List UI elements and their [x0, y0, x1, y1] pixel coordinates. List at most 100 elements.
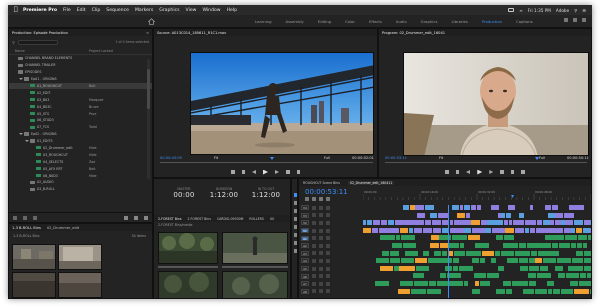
- audio-clip[interactable]: [487, 273, 499, 279]
- search-icon[interactable]: ⚲: [574, 8, 577, 13]
- audio-clip[interactable]: [414, 281, 429, 286]
- lock-track-icon[interactable]: [312, 220, 316, 225]
- audio-clip[interactable]: [542, 243, 552, 248]
- video-clip[interactable]: [549, 227, 556, 233]
- menu-view[interactable]: View: [186, 8, 197, 13]
- video-clip[interactable]: [380, 220, 388, 226]
- audio-clip[interactable]: [589, 288, 591, 294]
- audio-clip[interactable]: [577, 235, 588, 241]
- audio-clip[interactable]: [526, 243, 542, 248]
- workspace-tab-color[interactable]: Color: [338, 19, 362, 24]
- menu-sequence[interactable]: Sequence: [106, 8, 129, 13]
- video-clip[interactable]: [564, 212, 574, 218]
- video-clip[interactable]: [495, 205, 499, 210]
- audio-clip[interactable]: [480, 258, 486, 264]
- audio-clip[interactable]: [481, 250, 494, 256]
- video-clip[interactable]: [548, 212, 555, 218]
- mark-out-icon[interactable]: [241, 170, 245, 174]
- workspace-tab-editing[interactable]: Editing: [311, 19, 338, 24]
- audio-clip[interactable]: [587, 235, 591, 241]
- track-target-toggle[interactable]: A6: [301, 273, 309, 279]
- project-bin-row[interactable]: CHANNEL BRAND ELEMENTS: [9, 55, 152, 62]
- menu-clip[interactable]: Clip: [92, 8, 101, 13]
- audio-clip[interactable]: [520, 265, 528, 271]
- audio-clip[interactable]: [436, 281, 447, 286]
- lift-icon[interactable]: [500, 170, 504, 174]
- source-fit[interactable]: Fit: [214, 156, 218, 160]
- video-clip[interactable]: [403, 205, 410, 210]
- audio-clip[interactable]: [583, 258, 591, 264]
- video-clip[interactable]: [490, 205, 495, 210]
- timeline-settings-icon[interactable]: [326, 197, 330, 201]
- timeline-tab-drummer[interactable]: 02_Drummer_edit_160411: [347, 180, 395, 185]
- sync-lock-icon[interactable]: [319, 220, 323, 225]
- video-clip[interactable]: [471, 227, 478, 233]
- video-clip[interactable]: [582, 227, 590, 233]
- razor-tool-icon[interactable]: [293, 217, 297, 221]
- audio-clip[interactable]: [578, 281, 585, 286]
- disclosure-triangle-icon[interactable]: [25, 140, 29, 143]
- video-clip[interactable]: [561, 220, 565, 226]
- video-clip[interactable]: [590, 220, 591, 226]
- apple-icon[interactable]: : [14, 7, 20, 13]
- audio-clip[interactable]: [491, 258, 497, 264]
- workspace-tab-learning[interactable]: Learning: [248, 19, 278, 24]
- mute-icon[interactable]: [326, 243, 330, 248]
- program-monitor-title[interactable]: Program: 02_Drummer_edit_16041: [382, 31, 445, 35]
- audio-clip[interactable]: [505, 288, 512, 294]
- program-fraction[interactable]: Full: [539, 156, 545, 160]
- video-clip[interactable]: [524, 220, 530, 226]
- audio-clip[interactable]: [415, 258, 428, 264]
- program-play-icon[interactable]: [477, 169, 483, 175]
- audio-clip[interactable]: [434, 250, 442, 256]
- workspace-tab-graphics[interactable]: Graphics: [414, 19, 445, 24]
- timeline-timecode[interactable]: 00:00:53:11: [305, 188, 348, 196]
- mute-icon[interactable]: [326, 258, 330, 263]
- sync-lock-icon[interactable]: [319, 236, 323, 241]
- lock-track-icon[interactable]: [312, 289, 316, 294]
- type-tool-icon[interactable]: [293, 249, 297, 253]
- battery-icon[interactable]: [508, 8, 515, 12]
- sync-lock-icon[interactable]: [319, 243, 323, 248]
- video-clip[interactable]: [524, 227, 530, 233]
- lock-track-icon[interactable]: [312, 281, 316, 286]
- project-search-input[interactable]: [17, 39, 58, 45]
- video-clip[interactable]: [501, 212, 506, 218]
- lock-track-icon[interactable]: [312, 251, 316, 256]
- audio-clip[interactable]: [559, 243, 571, 248]
- workspace-tab-libraries[interactable]: Libraries: [444, 19, 474, 24]
- menu-graphics[interactable]: Graphics: [159, 8, 179, 13]
- video-clip[interactable]: [415, 205, 425, 210]
- audio-clip[interactable]: [452, 258, 459, 264]
- project-sequence-row[interactable]: 03_ROUGHCUT Hide: [9, 151, 152, 158]
- track-target-toggle[interactable]: V3: [301, 212, 309, 218]
- project-sequence-row[interactable]: 02_Drummer_edit Hide: [9, 145, 152, 152]
- mute-icon[interactable]: [326, 236, 330, 241]
- sync-lock-icon[interactable]: [319, 274, 323, 279]
- lock-track-icon[interactable]: [312, 266, 316, 271]
- expand-icon[interactable]: [582, 18, 586, 22]
- bin-thumb-street[interactable]: [12, 244, 56, 270]
- media-thumb-forest-4[interactable]: [222, 271, 288, 298]
- project-sequence-row[interactable]: 05_STS Prue: [9, 110, 152, 117]
- video-clip[interactable]: [552, 205, 559, 210]
- video-clip[interactable]: [568, 205, 574, 210]
- video-clip[interactable]: [414, 220, 425, 226]
- mute-icon[interactable]: [326, 281, 330, 286]
- sync-lock-icon[interactable]: [319, 251, 323, 256]
- track-target-toggle[interactable]: V2: [301, 220, 309, 226]
- audio-clip[interactable]: [585, 281, 591, 286]
- audio-clip[interactable]: [512, 281, 523, 286]
- project-bin-row[interactable]: Ep02 - ORIGINS: [9, 131, 152, 138]
- sync-lock-icon[interactable]: [319, 258, 323, 263]
- track-target-toggle[interactable]: A3: [301, 250, 309, 256]
- video-clip[interactable]: [459, 205, 464, 210]
- audio-clip[interactable]: [536, 273, 552, 279]
- message-icon[interactable]: [573, 18, 577, 22]
- video-clip[interactable]: [456, 212, 466, 218]
- audio-clip[interactable]: [498, 265, 504, 271]
- source-fraction[interactable]: Full: [324, 156, 330, 160]
- audio-clip[interactable]: [382, 250, 390, 256]
- audio-clip[interactable]: [448, 250, 454, 256]
- audio-clip[interactable]: [570, 243, 577, 248]
